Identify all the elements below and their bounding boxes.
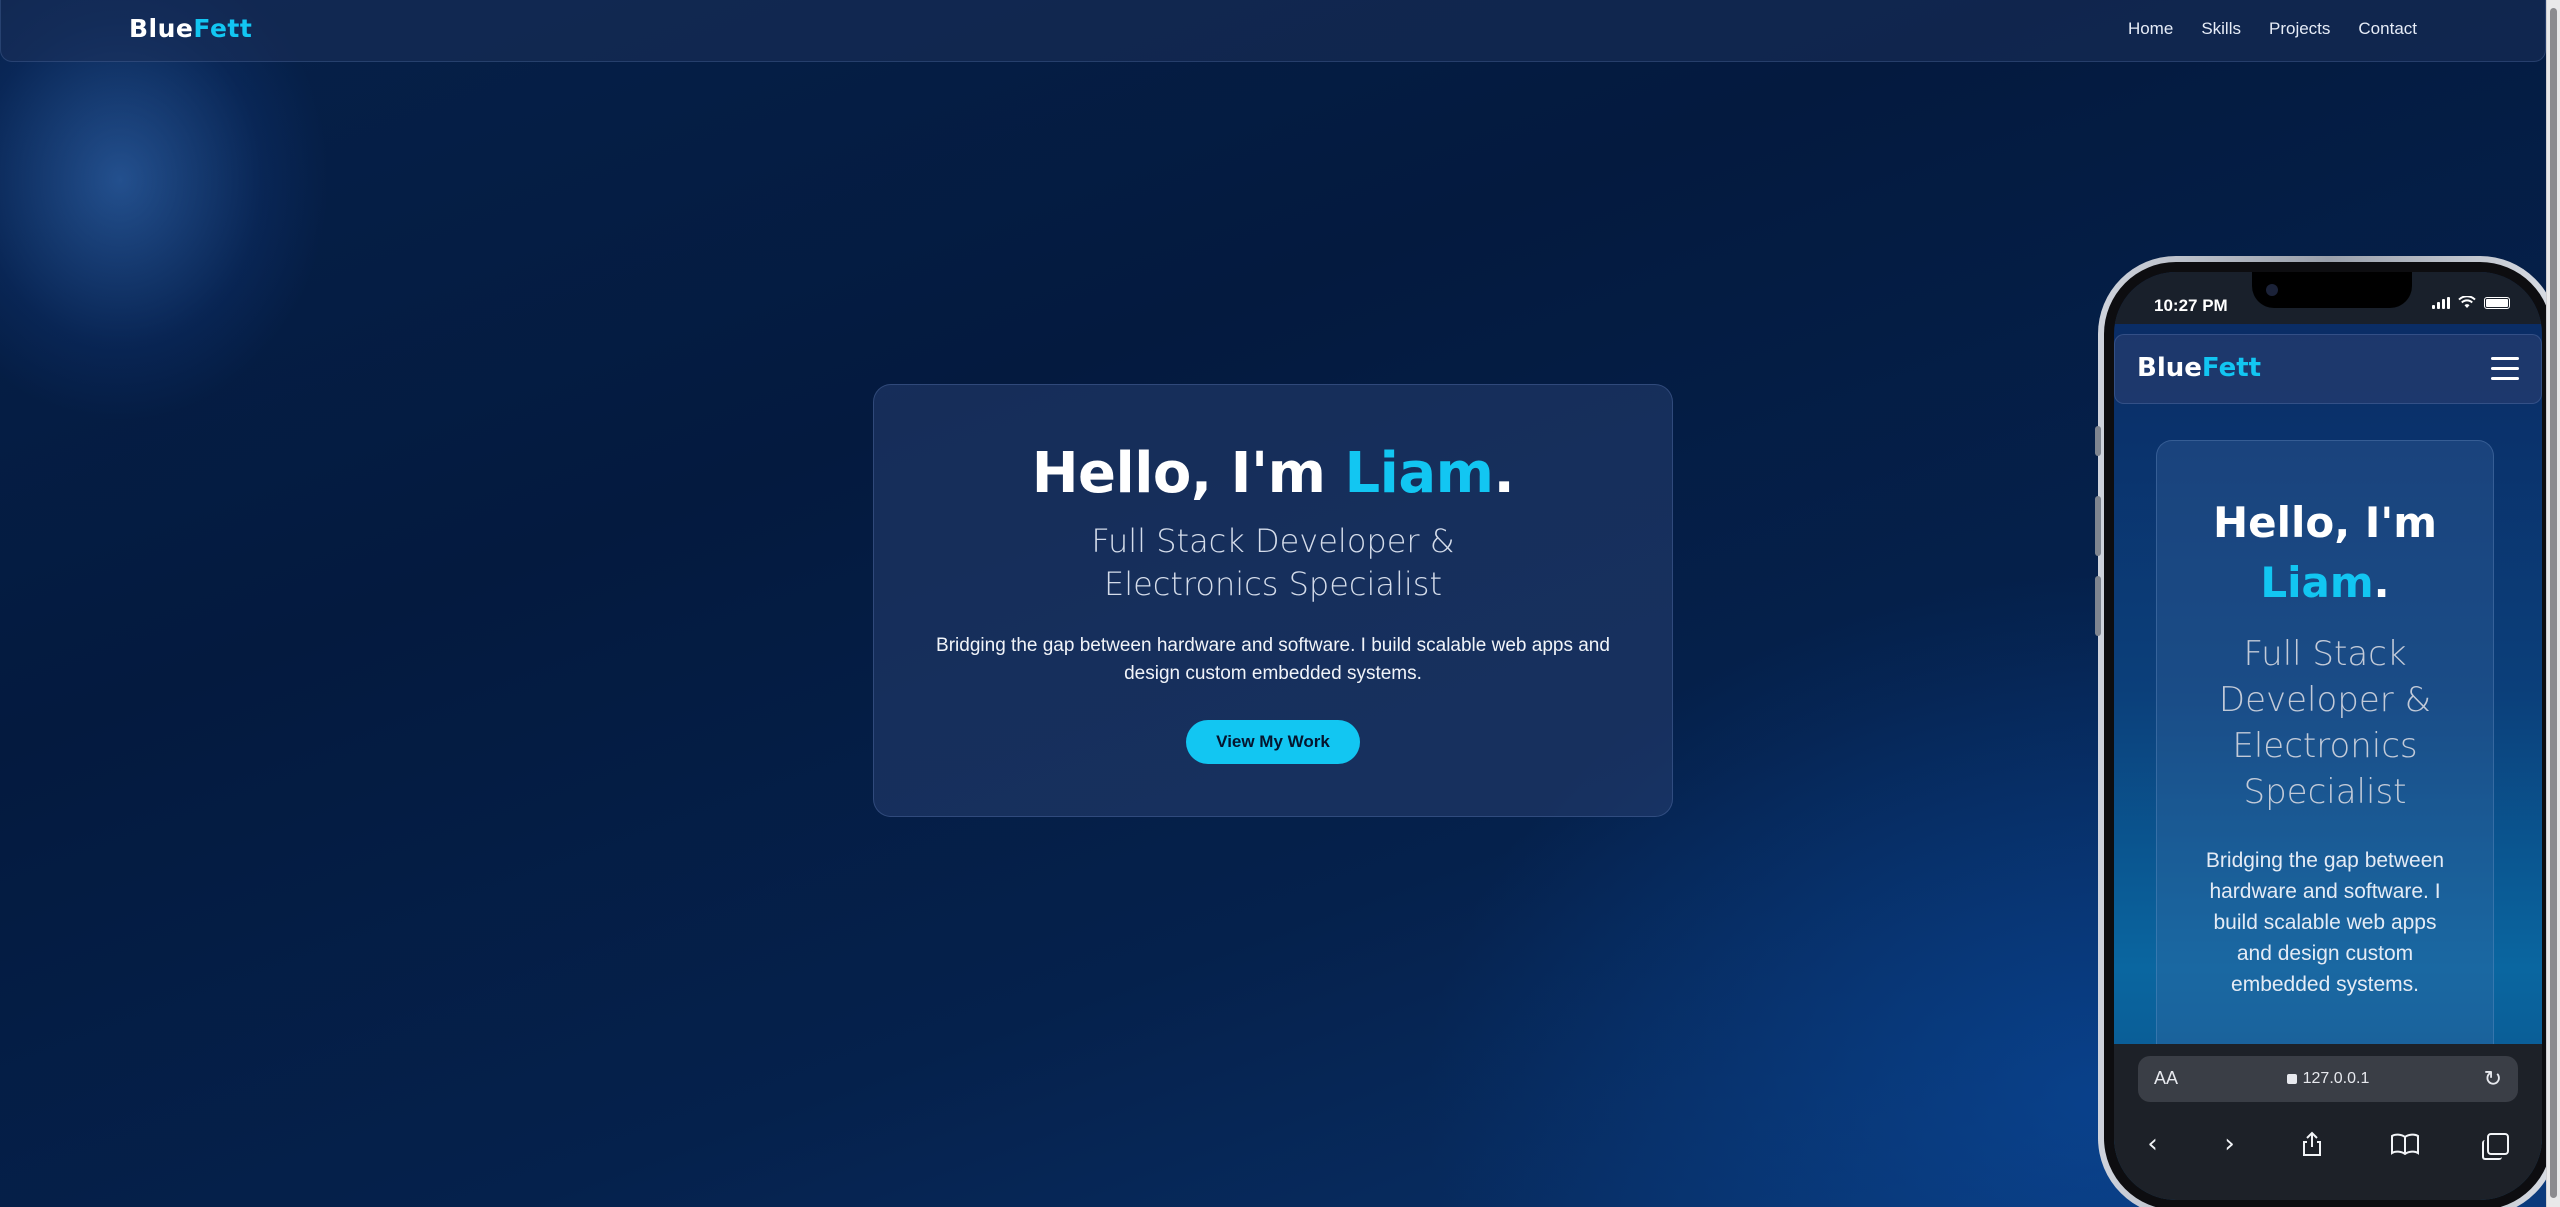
brand-logo[interactable]: BlueFett — [129, 14, 252, 43]
mobile-brand-part-1: Blue — [2137, 353, 2202, 383]
address-bar[interactable]: AA 127.0.0.1 ↻ — [2138, 1056, 2518, 1102]
hero-subtitle: Full Stack Developer & Electronics Speci… — [874, 520, 1672, 606]
hero-subtitle-line-1: Full Stack Developer & — [1091, 522, 1455, 560]
scrollbar-thumb[interactable] — [2550, 8, 2557, 1198]
mobile-hero-greeting: Hello, I'm — [2212, 498, 2438, 547]
mobile-hero-name: Liam — [2260, 558, 2374, 607]
hero-subtitle-line-2: Electronics Specialist — [1104, 565, 1442, 603]
phone-notch — [2252, 272, 2412, 308]
hero-heading: Hello, I'm Liam. — [874, 441, 1672, 506]
chevron-right-icon[interactable]: › — [2224, 1129, 2234, 1159]
hero-card: Hello, I'm Liam. Full Stack Developer & … — [873, 384, 1673, 817]
mobile-hero-description: Bridging the gap between hardware and so… — [2205, 849, 2445, 996]
status-bar: 10:27 PM — [2114, 272, 2542, 324]
mobile-brand-logo[interactable]: BlueFett — [2137, 353, 2261, 383]
chevron-left-icon[interactable]: ‹ — [2147, 1129, 2157, 1159]
phone-volume-up — [2095, 496, 2101, 556]
phone-screen: 10:27 PM BlueFett Hello, I'm Liam. Full S… — [2114, 272, 2542, 1200]
url-display: 127.0.0.1 — [2138, 1070, 2518, 1088]
wifi-icon — [2458, 296, 2476, 308]
hero-name: Liam — [1344, 441, 1495, 506]
mobile-brand-part-2: Fett — [2201, 353, 2262, 383]
nav-item-projects[interactable]: Projects — [2269, 19, 2330, 39]
nav-item-contact[interactable]: Contact — [2358, 19, 2417, 39]
battery-icon — [2484, 296, 2510, 309]
status-time: 10:27 PM — [2154, 296, 2228, 315]
brand-part-1: Blue — [129, 14, 194, 43]
front-camera — [2266, 284, 2278, 296]
browser-nav-row: ‹ › — [2114, 1114, 2542, 1174]
phone-mute-switch — [2095, 426, 2101, 456]
mobile-hero-punct: . — [2373, 558, 2390, 607]
hamburger-icon[interactable] — [2491, 357, 2519, 387]
mobile-navbar: BlueFett — [2114, 334, 2542, 404]
signal-icon — [2432, 296, 2450, 309]
tabs-icon[interactable] — [2481, 1133, 2509, 1160]
phone-volume-down — [2095, 576, 2101, 636]
book-icon[interactable] — [2390, 1133, 2420, 1155]
brand-part-2: Fett — [193, 14, 253, 43]
phone-bezel: 10:27 PM BlueFett Hello, I'm Liam. Full S… — [2104, 262, 2552, 1207]
phone-mockup: 10:27 PM BlueFett Hello, I'm Liam. Full S… — [2095, 256, 2558, 1207]
hero-description: Bridging the gap between hardware and so… — [936, 635, 1610, 684]
top-navbar: BlueFett Home Skills Projects Contact — [0, 0, 2546, 62]
url-text: 127.0.0.1 — [2302, 1070, 2370, 1087]
share-icon[interactable] — [2301, 1131, 2323, 1157]
hero-punct: . — [1493, 441, 1515, 506]
nav-item-home[interactable]: Home — [2128, 19, 2173, 39]
mobile-hero-heading: Hello, I'm Liam. — [2157, 493, 2493, 613]
mobile-hero-card: Hello, I'm Liam. Full Stack Developer & E… — [2156, 440, 2494, 1080]
page-scrollbar[interactable] — [2546, 0, 2560, 1207]
reload-icon[interactable]: ↻ — [2484, 1066, 2502, 1092]
mobile-hero-subtitle: Full Stack Developer & Electronics Speci… — [2218, 634, 2432, 812]
lock-icon — [2286, 1074, 2297, 1084]
nav-links: Home Skills Projects Contact — [2128, 19, 2417, 39]
nav-item-skills[interactable]: Skills — [2201, 19, 2241, 39]
status-icons — [2432, 296, 2510, 309]
view-my-work-button[interactable]: View My Work — [1186, 720, 1360, 764]
browser-toolbar: AA 127.0.0.1 ↻ ‹ › — [2114, 1044, 2542, 1200]
hero-greeting: Hello, I'm — [1031, 441, 1345, 506]
